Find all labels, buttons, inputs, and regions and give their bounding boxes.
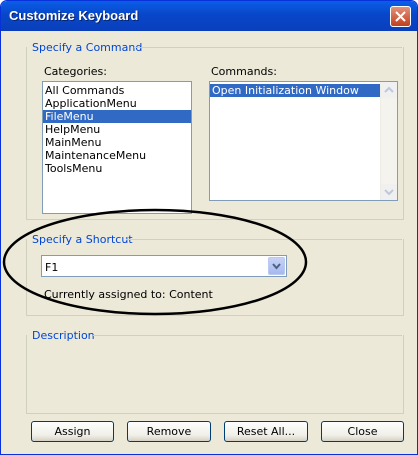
chevron-up-icon bbox=[384, 86, 394, 93]
category-list-item[interactable]: FileMenu bbox=[43, 110, 191, 123]
close-icon bbox=[395, 11, 406, 22]
shortcut-dropdown-button[interactable] bbox=[268, 257, 285, 275]
reset-all-button[interactable]: Reset All... bbox=[224, 421, 308, 442]
shortcut-group-frame bbox=[26, 239, 404, 316]
assigned-to-text: Currently assigned to: Content bbox=[44, 288, 213, 301]
window-title: Customize Keyboard bbox=[9, 8, 139, 23]
commands-list[interactable]: Open Initialization Window bbox=[209, 81, 398, 201]
customize-keyboard-dialog: Customize Keyboard Specify a Command Cat… bbox=[0, 0, 418, 455]
description-group-frame bbox=[26, 335, 404, 414]
scroll-up-button[interactable] bbox=[381, 82, 397, 98]
chevron-down-icon bbox=[384, 189, 394, 196]
close-window-button[interactable] bbox=[390, 6, 411, 27]
command-list-item[interactable]: Open Initialization Window bbox=[210, 84, 380, 97]
chevron-down-icon bbox=[272, 263, 281, 270]
categories-label: Categories: bbox=[44, 65, 107, 78]
shortcut-combo[interactable]: F1 bbox=[41, 255, 287, 277]
category-list-item[interactable]: ApplicationMenu bbox=[43, 97, 191, 110]
commands-scrollbar[interactable] bbox=[380, 82, 397, 200]
remove-button[interactable]: Remove bbox=[127, 421, 211, 442]
category-list-item[interactable]: MainMenu bbox=[43, 136, 191, 149]
commands-label: Commands: bbox=[211, 65, 277, 78]
category-list-item[interactable]: HelpMenu bbox=[43, 123, 191, 136]
assign-button[interactable]: Assign bbox=[31, 421, 114, 442]
shortcut-value: F1 bbox=[45, 261, 59, 274]
close-button[interactable]: Close bbox=[321, 421, 404, 442]
category-list-item[interactable]: MaintenanceMenu bbox=[43, 149, 191, 162]
scroll-down-button[interactable] bbox=[381, 184, 397, 200]
title-bar[interactable]: Customize Keyboard bbox=[1, 1, 417, 31]
category-list-item[interactable]: All Commands bbox=[43, 84, 191, 97]
category-list-item[interactable]: ToolsMenu bbox=[43, 162, 191, 175]
categories-list[interactable]: All Commands ApplicationMenu FileMenu HelpM… bbox=[42, 81, 192, 214]
